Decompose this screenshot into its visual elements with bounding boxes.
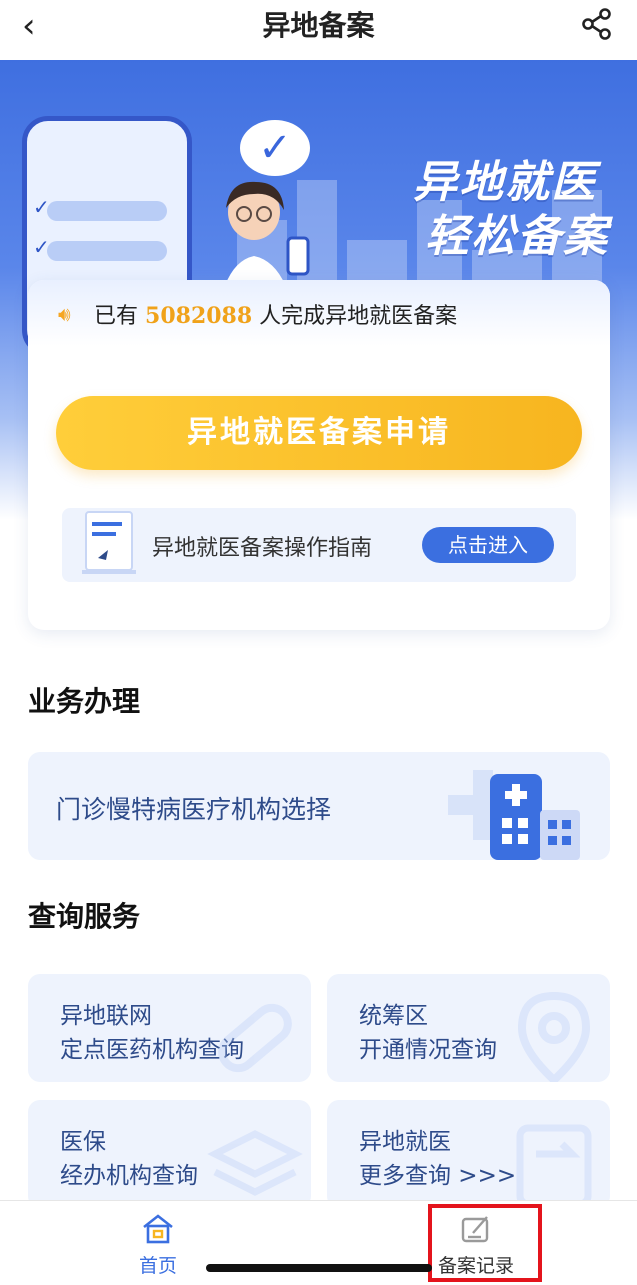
tab-home-label: 首页 bbox=[138, 1255, 177, 1277]
operation-guide-banner[interactable]: 异地就医备案操作指南 点击进入 bbox=[62, 508, 576, 582]
enter-guide-button[interactable]: 点击进入 bbox=[422, 527, 554, 563]
highlight-box bbox=[428, 1204, 542, 1282]
query-card-line2: 开通情况查询 bbox=[359, 1037, 497, 1063]
query-card-line2: 经办机构查询 bbox=[60, 1163, 198, 1189]
document-icon bbox=[82, 511, 136, 574]
hero-line-1: 异地就医 bbox=[413, 157, 597, 208]
query-card-line1: 异地就医 bbox=[359, 1129, 451, 1155]
notice-suffix: 人完成异地就医备案 bbox=[259, 304, 458, 329]
guide-text: 异地就医备案操作指南 bbox=[152, 536, 373, 561]
exchange-icon bbox=[516, 1124, 592, 1208]
pill-icon bbox=[218, 1003, 292, 1073]
query-card-line1: 统筹区 bbox=[359, 1003, 428, 1029]
region-status-query-card[interactable]: 统筹区 开通情况查询 bbox=[327, 974, 610, 1082]
hero-slogan: 异地就医 轻松备案 bbox=[413, 156, 607, 264]
top-nav: ‹ 异地备案 bbox=[0, 0, 637, 60]
layers-icon bbox=[207, 1130, 303, 1196]
outpatient-institution-label: 门诊慢特病医疗机构选择 bbox=[56, 795, 332, 824]
share-icon[interactable] bbox=[579, 6, 615, 42]
query-card-line1: 异地联网 bbox=[60, 1003, 152, 1029]
more-queries-card[interactable]: 异地就医 更多查询 >>> bbox=[327, 1100, 610, 1208]
speaker-icon: 🔊︎ bbox=[58, 302, 71, 326]
home-indicator bbox=[206, 1264, 432, 1272]
filing-count-notice: 🔊︎ 已有 5082088 人完成异地就医备案 bbox=[28, 280, 610, 346]
outpatient-institution-select-card[interactable]: 门诊慢特病医疗机构选择 bbox=[28, 752, 610, 860]
page-title: 异地备案 bbox=[262, 9, 375, 42]
apply-filing-button[interactable]: 异地就医备案申请 bbox=[56, 396, 582, 470]
query-section-title: 查询服务 bbox=[28, 900, 141, 933]
location-pin-icon bbox=[517, 991, 591, 1082]
notice-text: 已有 5082088 人完成异地就医备案 bbox=[94, 298, 457, 330]
hospital-icon bbox=[490, 774, 580, 860]
filing-card: 🔊︎ 已有 5082088 人完成异地就医备案 异地就医备案申请 异地就医备案操… bbox=[28, 280, 610, 630]
notice-prefix: 已有 bbox=[94, 304, 139, 329]
filing-count: 5082088 bbox=[145, 303, 253, 329]
query-card-line2: 更多查询 >>> bbox=[359, 1163, 517, 1189]
network-pharmacy-query-card[interactable]: 异地联网 定点医药机构查询 bbox=[28, 974, 311, 1082]
hero-line-2: 轻松备案 bbox=[425, 211, 609, 262]
business-section-title: 业务办理 bbox=[28, 685, 141, 718]
home-icon bbox=[143, 1214, 173, 1244]
tab-home[interactable]: 首页 bbox=[98, 1213, 218, 1283]
agency-query-card[interactable]: 医保 经办机构查询 bbox=[28, 1100, 311, 1208]
query-card-line1: 医保 bbox=[60, 1129, 106, 1155]
